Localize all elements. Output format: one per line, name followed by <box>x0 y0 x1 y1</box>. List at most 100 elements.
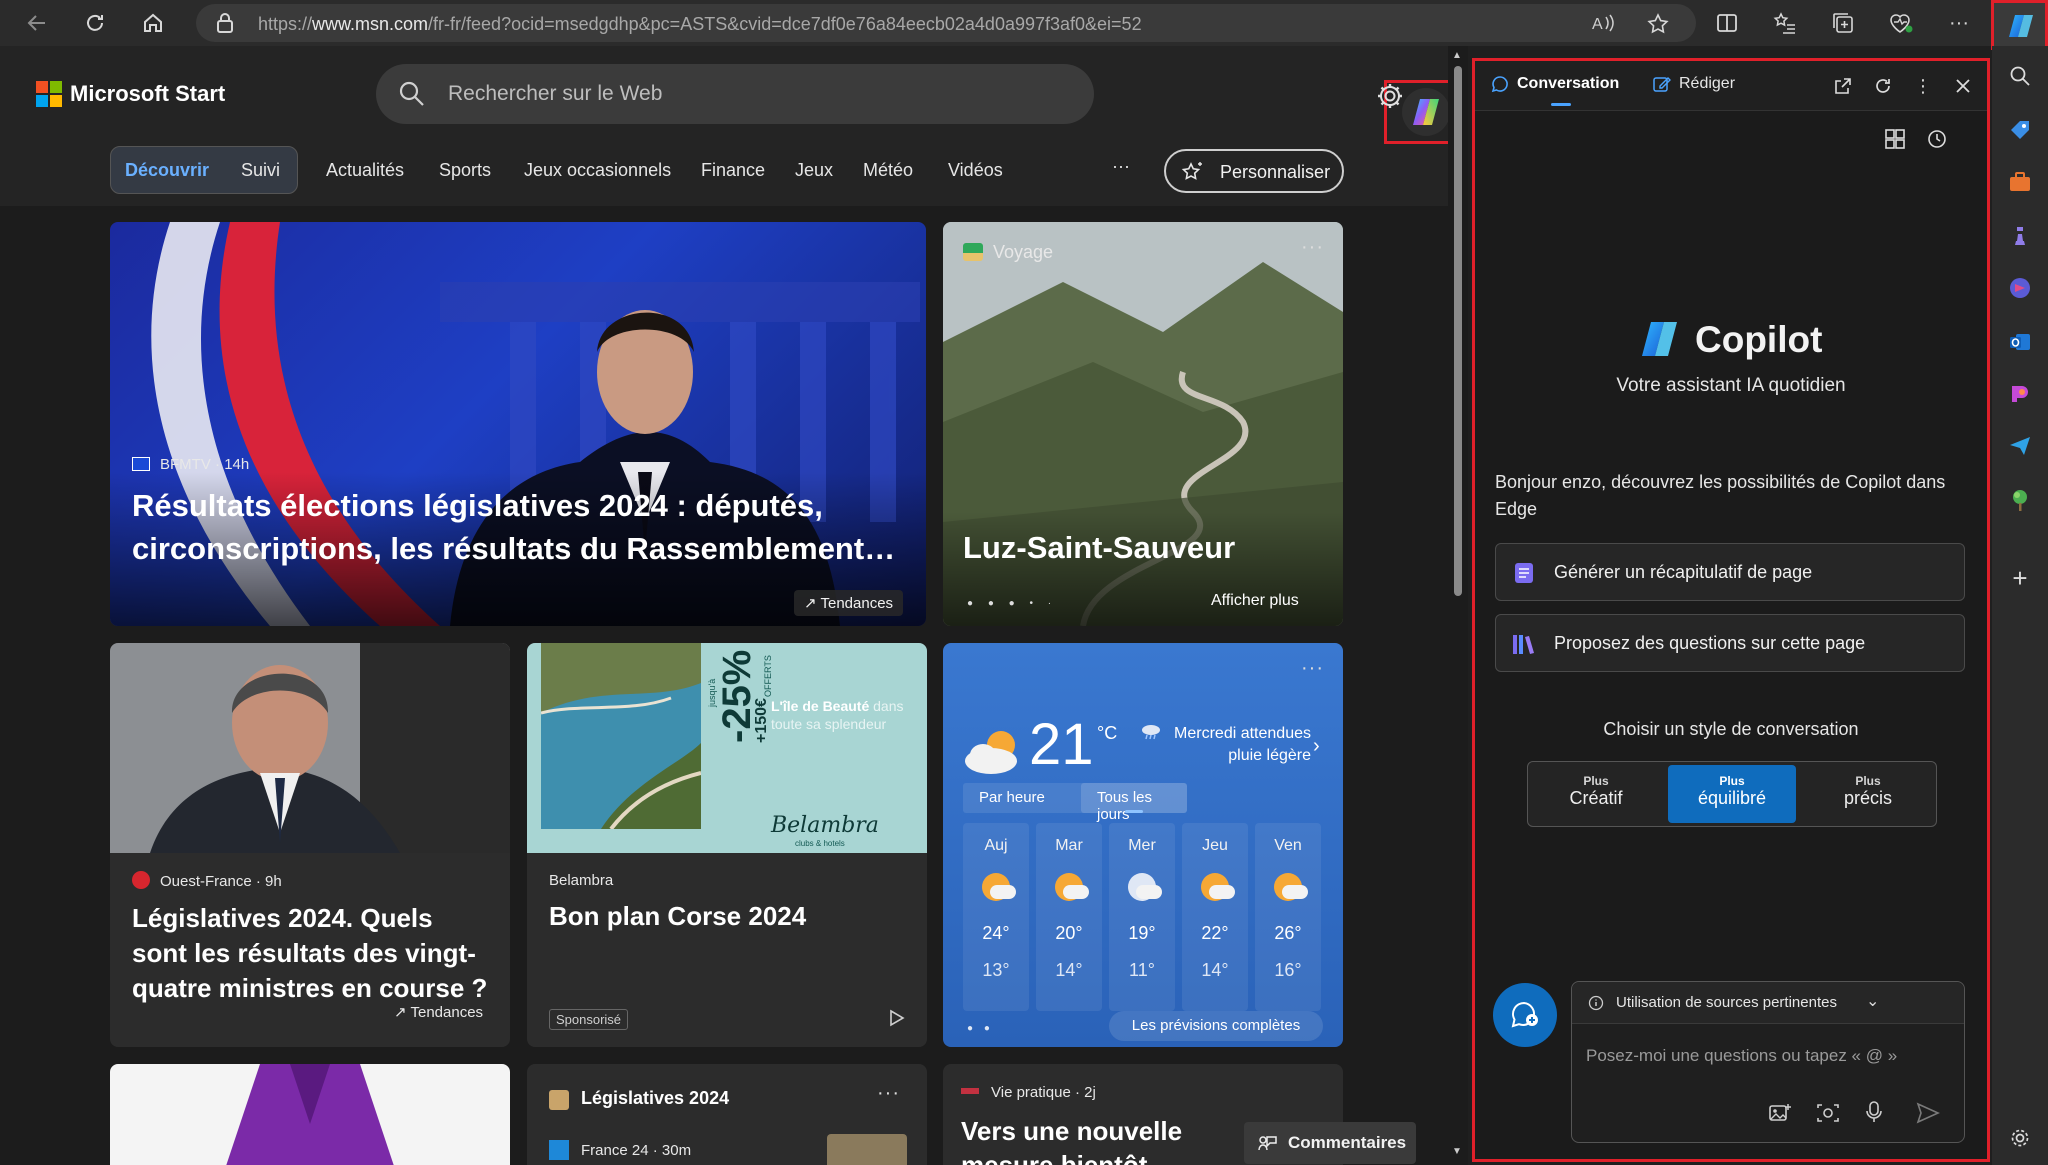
refresh-chat-icon[interactable] <box>1863 66 1903 106</box>
microsoft-365-icon[interactable] <box>2006 274 2034 302</box>
settings-gear-icon[interactable] <box>1376 82 1404 115</box>
designer-icon[interactable] <box>2006 380 2034 408</box>
news2-title[interactable]: Législatives 2024. Quels sont les résult… <box>132 901 492 1006</box>
topic-title[interactable]: Législatives 2024 <box>581 1088 729 1109</box>
style-balanced-button[interactable]: Plus équilibré <box>1668 765 1796 823</box>
copilot-logo-icon <box>2006 11 2036 46</box>
hero-title[interactable]: Résultats élections législatives 2024 : … <box>132 484 912 570</box>
style-creative-button[interactable]: Plus Créatif <box>1532 765 1660 823</box>
forecast-day-2[interactable]: Mer 19° 11° <box>1109 823 1175 1011</box>
web-search-box[interactable]: Rechercher sur le Web <box>376 64 1448 144</box>
favorite-star-icon[interactable] <box>1646 12 1670 41</box>
sponsored-ad-card[interactable]: jusqu'à -25% +150€ OFFERTS L'île de Beau… <box>527 643 927 1047</box>
drop-send-icon[interactable] <box>2006 432 2034 460</box>
forecast-day-0[interactable]: Auj 24° 13° <box>963 823 1029 1011</box>
weather-more-icon[interactable]: ··· <box>1301 657 1324 680</box>
close-icon[interactable] <box>1943 66 1983 106</box>
weather-carousel-dots[interactable]: ● ● <box>967 1023 994 1034</box>
read-aloud-icon[interactable]: A <box>1592 12 1618 39</box>
microphone-icon[interactable] <box>1864 1100 1884 1129</box>
screenshot-capture-icon[interactable] <box>1816 1102 1840 1129</box>
sidebar-settings-icon[interactable] <box>2006 1124 2034 1152</box>
scroll-down-arrow-icon[interactable]: ▼ <box>1452 1146 1462 1157</box>
scroll-thumb[interactable] <box>1454 66 1462 596</box>
tab-hourly[interactable]: Par heure <box>979 789 1045 806</box>
show-more-link[interactable]: Afficher plus <box>1211 592 1299 610</box>
nav-item-finance[interactable]: Finance <box>701 160 765 181</box>
split-screen-icon[interactable] <box>1712 8 1742 38</box>
collections-icon[interactable] <box>1828 8 1858 38</box>
address-bar[interactable]: https://www.msn.com/fr-fr/feed?ocid=msed… <box>196 4 1696 42</box>
add-plus-icon[interactable]: + <box>2006 563 2034 593</box>
suggest-questions-button[interactable]: Proposez des questions sur cette page <box>1495 614 1965 672</box>
tools-briefcase-icon[interactable] <box>2006 168 2034 196</box>
full-forecast-link[interactable]: Les prévisions complètes <box>1109 1011 1323 1041</box>
nav-item-news[interactable]: Actualités <box>326 160 404 181</box>
hero-news-card[interactable]: BFMTV · 14h Résultats élections législat… <box>110 222 926 626</box>
home-icon[interactable] <box>138 8 168 38</box>
ad-source: Belambra <box>549 872 614 889</box>
nav-item-games[interactable]: Jeux <box>795 160 833 181</box>
comments-button[interactable]: Commentaires <box>1244 1122 1416 1164</box>
page-scrollbar[interactable]: ▲ ▼ <box>1448 46 1468 1165</box>
sidebar-search-icon[interactable] <box>2006 62 2034 90</box>
ad-choice-icon[interactable] <box>887 1009 905 1032</box>
add-image-icon[interactable] <box>1768 1102 1792 1129</box>
search-placeholder[interactable]: Rechercher sur le Web <box>448 82 662 106</box>
category-nav: Découvrir Suivi Actualités Sports Jeux o… <box>110 146 1350 196</box>
style-precise-button[interactable]: Plus précis <box>1804 765 1932 823</box>
forecast-day-1[interactable]: Mar 20° 14° <box>1036 823 1102 1011</box>
topic-card[interactable]: Législatives 2024 ··· France 24 · 30m <box>527 1064 927 1165</box>
card-more-icon[interactable]: ··· <box>1301 236 1324 259</box>
star-sparkle-icon <box>1180 160 1204 189</box>
new-topic-button[interactable] <box>1493 983 1557 1047</box>
shopping-tag-icon[interactable] <box>2006 116 2034 144</box>
chevron-down-icon[interactable]: ⌄ <box>1866 991 1879 1011</box>
compose-pencil-icon <box>1653 75 1671 98</box>
nav-item-casual-games[interactable]: Jeux occasionnels <box>524 160 671 181</box>
favorites-list-icon[interactable] <box>1770 8 1800 38</box>
ad-title[interactable]: Bon plan Corse 2024 <box>549 901 806 932</box>
sources-bar[interactable]: Utilisation de sources pertinentes ⌄ <box>1572 982 1964 1024</box>
fashion-card[interactable] <box>110 1064 510 1165</box>
tab-daily[interactable]: Tous les jours <box>1097 789 1187 823</box>
settings-more-icon[interactable]: ··· <box>1944 8 1974 38</box>
tree-icon[interactable] <box>2006 486 2034 514</box>
url-text[interactable]: https://www.msn.com/fr-fr/feed?ocid=msed… <box>258 14 1142 35</box>
nav-item-sports[interactable]: Sports <box>439 160 491 181</box>
lock-icon[interactable] <box>216 13 234 38</box>
vie-title[interactable]: Vers une nouvelle mesure bientôt <box>961 1114 1261 1165</box>
tab-following[interactable]: Suivi <box>241 160 280 181</box>
summarize-page-button[interactable]: Générer un récapitulatif de page <box>1495 543 1965 601</box>
chat-input[interactable]: Posez-moi une questions ou tapez « @ » <box>1586 1046 1897 1066</box>
refresh-icon[interactable] <box>80 8 110 38</box>
nav-item-videos[interactable]: Vidéos <box>948 160 1003 181</box>
open-in-new-tab-icon[interactable] <box>1823 66 1863 106</box>
games-chess-icon[interactable] <box>2006 222 2034 250</box>
forecast-day-3[interactable]: Jeu 22° 14° <box>1182 823 1248 1011</box>
travel-title[interactable]: Luz-Saint-Sauveur <box>963 530 1235 566</box>
tab-compose[interactable]: Rédiger <box>1679 75 1735 93</box>
weather-card[interactable]: ··· 21 °C Mercredi attendues pluie légèr… <box>943 643 1343 1047</box>
tab-conversation[interactable]: Conversation <box>1517 75 1619 93</box>
chevron-right-icon[interactable]: › <box>1313 735 1320 758</box>
nav-more-icon[interactable]: ··· <box>1112 156 1130 177</box>
plugins-grid-icon[interactable] <box>1875 119 1915 159</box>
back-arrow-icon[interactable] <box>22 8 52 38</box>
more-options-icon[interactable]: ⋮ <box>1903 66 1943 106</box>
history-clock-icon[interactable] <box>1917 119 1957 159</box>
forecast-day-4[interactable]: Ven 26° 16° <box>1255 823 1321 1011</box>
personalize-button[interactable]: Personnaliser <box>1164 149 1344 193</box>
travel-card[interactable]: Voyage ··· Luz-Saint-Sauveur ● ● ● • · A… <box>943 222 1343 626</box>
topic-more-icon[interactable]: ··· <box>877 1082 900 1105</box>
nav-item-weather[interactable]: Météo <box>863 160 913 181</box>
send-icon[interactable] <box>1916 1102 1940 1129</box>
scroll-up-arrow-icon[interactable]: ▲ <box>1452 50 1462 61</box>
outlook-icon[interactable] <box>2006 328 2034 356</box>
copilot-sidebar-button[interactable] <box>1991 0 2048 50</box>
browser-essentials-icon[interactable] <box>1886 8 1916 38</box>
carousel-dots[interactable]: ● ● ● • · <box>967 598 1057 609</box>
microsoft-start-logo[interactable]: Microsoft Start <box>36 81 225 107</box>
news-card-ministers[interactable]: Ouest-France · 9h Législatives 2024. Que… <box>110 643 510 1047</box>
tab-discover[interactable]: Découvrir <box>125 160 209 181</box>
